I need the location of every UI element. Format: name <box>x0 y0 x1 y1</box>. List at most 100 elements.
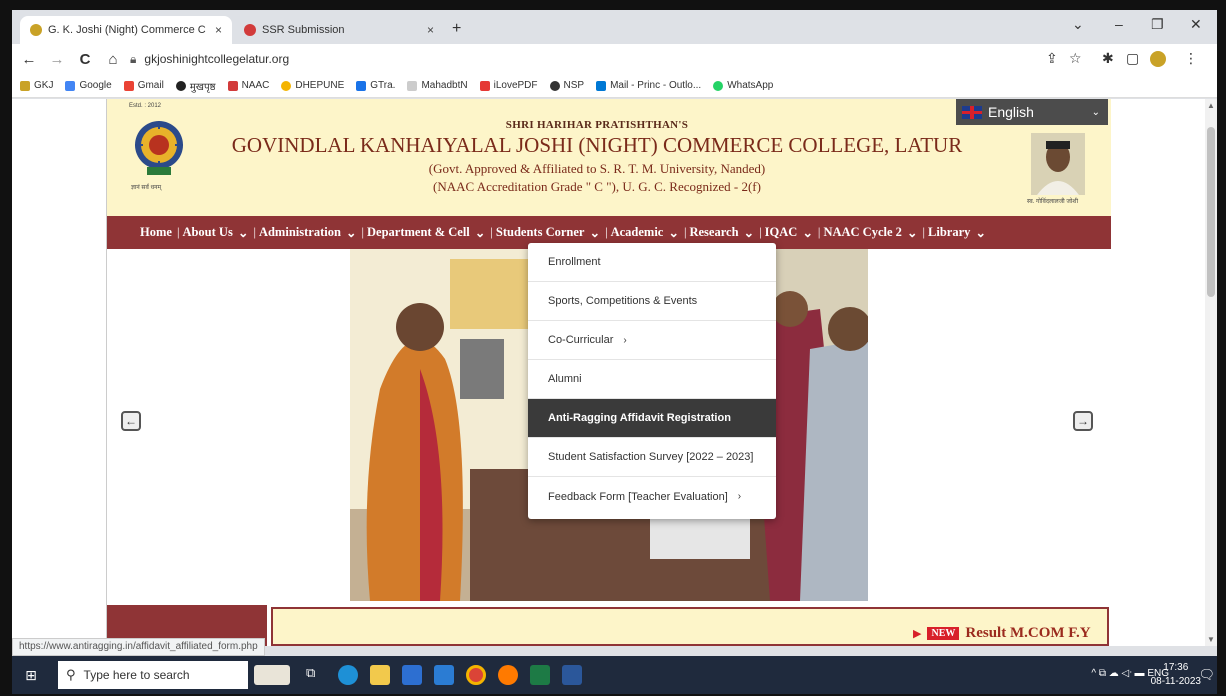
tab-gk-joshi[interactable]: G. K. Joshi (Night) Commerce C × <box>20 16 232 44</box>
page-viewport: Estd. : 2012 ज्ञानं सर्वं धनम् SHRI HARI… <box>12 99 1205 646</box>
menu-item-anti-ragging[interactable]: Anti-Ragging Affidavit Registration <box>528 399 776 438</box>
reload-button[interactable]: C <box>74 51 96 68</box>
news-item[interactable]: ▶ NEW Result M.COM F.Y <box>913 625 1091 642</box>
chrome-icon[interactable] <box>466 665 486 685</box>
portrait-image <box>1031 133 1085 195</box>
close-tab-icon[interactable]: × <box>427 23 434 37</box>
bookmark-item[interactable]: GKJ <box>20 80 53 91</box>
clock-time: 17:36 <box>1163 662 1189 673</box>
nav-administration[interactable]: Administration <box>259 225 341 240</box>
language-label: English <box>988 104 1034 120</box>
menu-item-feedback-form[interactable]: Feedback Form [Teacher Evaluation] › <box>528 477 776 516</box>
minimize-button[interactable]: – <box>1115 16 1123 32</box>
nav-research[interactable]: Research <box>689 225 738 240</box>
nav-naac-cycle-2[interactable]: NAAC Cycle 2 <box>823 225 901 240</box>
home-button[interactable]: ⌂ <box>102 51 124 68</box>
firefox-icon[interactable] <box>498 665 518 685</box>
menu-item-enrollment[interactable]: Enrollment <box>528 243 776 282</box>
chevron-down-icon: ⌄ <box>471 225 486 240</box>
new-tab-button[interactable]: + <box>452 20 461 38</box>
nav-home[interactable]: Home <box>140 225 172 240</box>
menu-item-sports[interactable]: Sports, Competitions & Events <box>528 282 776 321</box>
address-bar[interactable]: 🔒︎ gkjoshinightcollegelatur.org <box>130 48 1090 70</box>
bookmark-item[interactable]: GTra. <box>356 80 395 91</box>
bookmark-item[interactable]: मुखपृष्ठ <box>175 79 216 93</box>
scroll-down-icon[interactable]: ▼ <box>1207 635 1215 644</box>
nav-department-cell[interactable]: Department & Cell <box>367 225 470 240</box>
bookmark-item[interactable]: iLovePDF <box>479 80 538 91</box>
word-icon[interactable] <box>562 665 582 685</box>
bookmark-item[interactable]: WhatsApp <box>713 80 773 91</box>
tab-ssr-submission[interactable]: SSR Submission × <box>234 16 444 44</box>
menu-item-satisfaction-survey[interactable]: Student Satisfaction Survey [2022 – 2023… <box>528 438 776 477</box>
notification-icon[interactable]: 🗨︎ <box>1198 667 1215 683</box>
mail-icon[interactable] <box>434 665 454 685</box>
restore-button[interactable]: ❐ <box>1151 16 1164 33</box>
menu-item-alumni[interactable]: Alumni <box>528 360 776 399</box>
nav-library[interactable]: Library <box>928 225 970 240</box>
nav-iqac[interactable]: IQAC <box>765 225 798 240</box>
nsp-icon <box>549 80 560 91</box>
file-explorer-icon[interactable] <box>370 665 390 685</box>
founder-portrait: स्व. गोविंदलालजी जोशी <box>1027 133 1085 205</box>
nav-about-us[interactable]: About Us <box>182 225 232 240</box>
task-view-icon[interactable]: ⧉ <box>306 665 326 685</box>
forward-button[interactable]: → <box>46 51 68 68</box>
news-ticker: ▶ NEW Result M.COM F.Y <box>271 607 1109 646</box>
portrait-caption: स्व. गोविंदलालजी जोशी <box>1027 199 1079 205</box>
extensions-icon[interactable]: ✱ <box>1102 50 1114 67</box>
college-website: Estd. : 2012 ज्ञानं सर्वं धनम् SHRI HARI… <box>106 99 1111 646</box>
back-button[interactable]: ← <box>18 51 40 68</box>
lock-icon: 🔒︎ <box>130 51 137 66</box>
tab-title: SSR Submission <box>262 24 345 36</box>
edge-icon[interactable] <box>338 665 358 685</box>
store-icon[interactable] <box>402 665 422 685</box>
menu-item-co-curricular[interactable]: Co-Curricular › <box>528 321 776 360</box>
bookmark-item[interactable]: MahadbtN <box>407 80 468 91</box>
chevron-down-icon: ⌄ <box>586 225 601 240</box>
chevron-down-icon: ⌄ <box>342 225 357 240</box>
profile-avatar[interactable] <box>1150 51 1166 67</box>
share-icon[interactable]: ⇪ <box>1046 50 1058 67</box>
nav-academic[interactable]: Academic <box>611 225 664 240</box>
logo-motto: ज्ञानं सर्वं धनम् <box>131 185 162 191</box>
taskbar-app-icon[interactable] <box>254 665 290 685</box>
chevron-down-icon: ⌄ <box>972 225 986 240</box>
tab-search-icon[interactable]: ⌄ <box>1072 16 1084 33</box>
close-window-button[interactable]: ✕ <box>1190 16 1202 33</box>
slider-prev-button[interactable]: ← <box>121 411 141 431</box>
bookmark-item[interactable]: NAAC <box>227 80 269 91</box>
menu-icon[interactable]: ⋮ <box>1184 50 1198 67</box>
whatsapp-icon <box>713 80 724 91</box>
ilovepdf-icon <box>479 80 490 91</box>
taskbar-search[interactable]: ⚲ Type here to search <box>58 661 248 689</box>
students-corner-dropdown: Enrollment Sports, Competitions & Events… <box>528 243 776 519</box>
screen: G. K. Joshi (Night) Commerce C × SSR Sub… <box>0 0 1226 696</box>
language-selector[interactable]: English ⌄ <box>956 99 1108 125</box>
tab-bar: G. K. Joshi (Night) Commerce C × SSR Sub… <box>12 10 1217 44</box>
nav-students-corner[interactable]: Students Corner <box>496 225 585 240</box>
bookmark-item[interactable]: NSP <box>549 80 584 91</box>
established-text: Estd. : 2012 <box>129 103 162 109</box>
close-tab-icon[interactable]: × <box>215 23 222 37</box>
site-header: Estd. : 2012 ज्ञानं सर्वं धनम् SHRI HARI… <box>107 99 1111 216</box>
bookmark-favicon-icon <box>20 80 30 91</box>
scrollbar-thumb[interactable] <box>1207 127 1215 297</box>
slider-next-button[interactable]: → <box>1073 411 1093 431</box>
page-scrollbar[interactable]: ▲ ▼ <box>1205 99 1217 646</box>
windows-start-icon[interactable]: ⊞ <box>16 667 46 684</box>
clock[interactable]: 17:36 08-11-2023 <box>1151 661 1201 689</box>
tab-title: G. K. Joshi (Night) Commerce C <box>48 24 206 36</box>
excel-icon[interactable] <box>530 665 550 685</box>
bookmark-item[interactable]: Google <box>65 80 112 91</box>
bookmark-item[interactable]: Gmail <box>123 80 164 91</box>
uk-flag-icon <box>962 105 982 119</box>
side-panel-icon[interactable]: ▢ <box>1126 50 1139 67</box>
bookmark-star-icon[interactable]: ☆ <box>1069 50 1082 67</box>
ssr-favicon-icon <box>244 24 256 36</box>
browser-window: G. K. Joshi (Night) Commerce C × SSR Sub… <box>12 10 1217 694</box>
bookmark-item[interactable]: DHEPUNE <box>281 80 344 91</box>
chevron-down-icon: ⌄ <box>799 225 813 240</box>
scroll-up-icon[interactable]: ▲ <box>1207 101 1215 110</box>
bookmark-item[interactable]: Mail - Princ - Outlo... <box>596 80 701 91</box>
